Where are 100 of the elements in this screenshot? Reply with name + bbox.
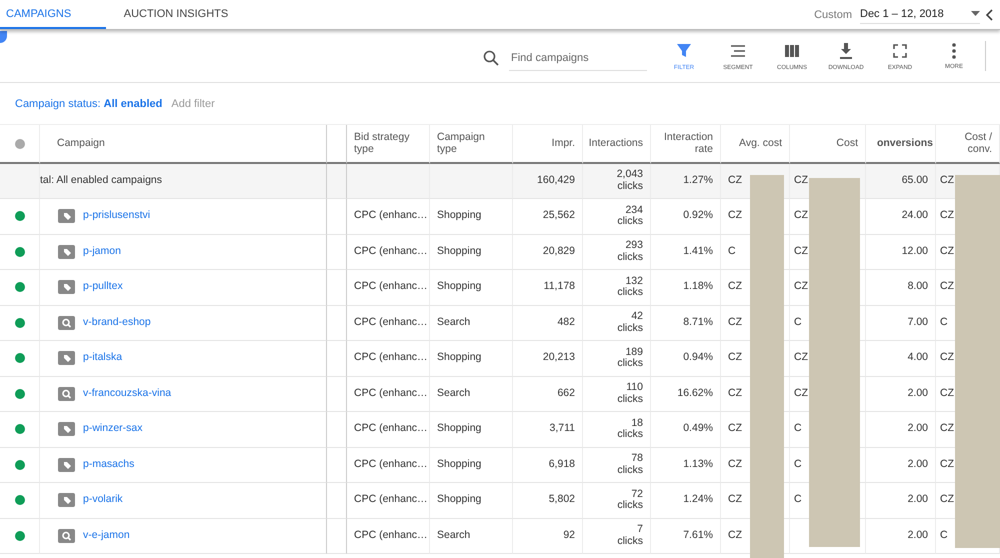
table-cell: 1.24%: [651, 483, 721, 518]
campaign-link[interactable]: p-prislusenstvi: [83, 210, 150, 222]
campaign-link[interactable]: p-winzer-sax: [83, 423, 143, 436]
column-header[interactable]: Bid strategy type: [347, 125, 430, 164]
date-range-dropdown[interactable]: Dec 1 – 12, 2018: [860, 8, 980, 24]
campaign-link[interactable]: p-italska: [83, 352, 122, 364]
table-cell: 92: [513, 518, 583, 554]
table-cell: 12.00: [866, 234, 936, 270]
table-cell: 20,829: [513, 234, 583, 270]
tag-icon: [58, 244, 75, 259]
table-cell: Shopping: [430, 270, 513, 306]
table-cell: CPC (enhanc…: [347, 306, 430, 341]
table-cell: 42 clicks: [583, 306, 651, 341]
tag-icon: [58, 458, 75, 472]
table-cell: 24.00: [866, 199, 936, 234]
table-cell: 2.00: [866, 483, 936, 518]
tag-icon: [58, 422, 75, 436]
table-cell: 3,711: [513, 412, 583, 448]
table-cell: 2.00: [866, 376, 936, 412]
tab[interactable]: CAMPAIGNS: [0, 0, 106, 29]
table-cell: CPC (enhanc…: [347, 448, 430, 483]
table-cell: 1.18%: [651, 270, 721, 306]
filter-icon: [675, 42, 693, 60]
table-cell: Shopping: [430, 412, 513, 448]
table-cell: CPC (enhanc…: [347, 270, 430, 306]
table-cell: 662: [513, 376, 583, 412]
table-cell: Shopping: [430, 341, 513, 376]
search-icon: [58, 528, 75, 543]
table-cell: CPC (enhanc…: [347, 199, 430, 234]
table-cell: CPC (enhanc…: [347, 412, 430, 448]
tag-icon: [58, 351, 75, 366]
table-cell: Search: [430, 518, 513, 554]
table-cell: [327, 125, 347, 164]
table-cell: Shopping: [430, 448, 513, 483]
table-cell: 2.00: [866, 412, 936, 448]
campaign-link[interactable]: v-francouzska-vina: [83, 388, 172, 400]
search-icon: [483, 50, 499, 66]
caret-icon: [971, 11, 980, 16]
table-cell: 7.00: [866, 306, 936, 341]
table-cell: 8.00: [866, 270, 936, 306]
table-cell: Shopping: [430, 199, 513, 234]
date-range-label: Custom: [814, 8, 852, 20]
table-cell: [327, 164, 347, 199]
column-header[interactable]: Impr.: [513, 125, 583, 164]
column-header[interactable]: Campaign type: [430, 125, 513, 164]
table-cell: 1.13%: [651, 448, 721, 483]
table-cell: 78 clicks: [583, 448, 651, 483]
tag-icon: [58, 280, 75, 294]
campaign-link[interactable]: p-pulltex: [83, 281, 123, 294]
search-icon: [58, 316, 75, 330]
table-cell: Shopping: [430, 234, 513, 270]
total-label: tal: All enabled campaigns: [40, 164, 327, 199]
table-cell: 482: [513, 306, 583, 341]
table-cell: 5,802: [513, 483, 583, 518]
column-header[interactable]: Avg. cost: [721, 125, 790, 164]
table-cell: 0.49%: [651, 412, 721, 448]
filter-chip[interactable]: Campaign status: All enabled: [15, 98, 162, 110]
more-icon: [952, 42, 956, 58]
column-header[interactable]: onversions: [866, 125, 936, 164]
column-header[interactable]: Interaction rate: [651, 125, 721, 164]
table-cell: Search: [430, 306, 513, 341]
table-cell: 293 clicks: [583, 234, 651, 270]
column-header[interactable]: Interactions: [583, 125, 651, 164]
campaign-link[interactable]: v-e-jamon: [83, 530, 130, 542]
add-button[interactable]: [0, 31, 7, 43]
table-cell: 1.41%: [651, 234, 721, 270]
table-cell: 160,429: [513, 164, 583, 199]
tab[interactable]: AUCTION INSIGHTS: [106, 0, 246, 29]
search-icon: [58, 386, 75, 401]
table-cell: 4.00: [866, 341, 936, 376]
table-cell: 132 clicks: [583, 270, 651, 306]
table-cell: 2.00: [866, 518, 936, 554]
table-cell: CPC (enhanc…: [347, 341, 430, 376]
campaign-link[interactable]: v-brand-eshop: [83, 316, 151, 329]
expand-icon: [891, 42, 909, 60]
table-cell: 65.00: [866, 164, 936, 199]
download-icon: [837, 42, 855, 60]
campaign-link[interactable]: p-masachs: [83, 458, 134, 471]
column-header[interactable]: Cost: [790, 125, 866, 164]
column-header[interactable]: Campaign: [40, 125, 327, 164]
table-cell: 234 clicks: [583, 199, 651, 234]
table-cell: Shopping: [430, 483, 513, 518]
table-cell: CPC (enhanc…: [347, 483, 430, 518]
table-cell: Search: [430, 376, 513, 412]
table-cell: 8.71%: [651, 306, 721, 341]
campaign-link[interactable]: p-volarik: [83, 494, 123, 506]
table-cell: 1.27%: [651, 164, 721, 199]
table-cell: 189 clicks: [583, 341, 651, 376]
table-cell: 18 clicks: [583, 412, 651, 448]
table-cell: 7.61%: [651, 518, 721, 554]
table-cell: 7 clicks: [583, 518, 651, 554]
table-cell: 16.62%: [651, 376, 721, 412]
column-header[interactable]: Cost / conv.: [936, 125, 1000, 164]
table-cell: 110 clicks: [583, 376, 651, 412]
table-cell: CPC (enhanc…: [347, 518, 430, 554]
campaign-link[interactable]: p-jamon: [83, 246, 121, 258]
table-cell: 25,562: [513, 199, 583, 234]
table-cell: CPC (enhanc…: [347, 376, 430, 412]
table-cell: CPC (enhanc…: [347, 234, 430, 270]
table-cell: 2,043 clicks: [583, 164, 651, 199]
